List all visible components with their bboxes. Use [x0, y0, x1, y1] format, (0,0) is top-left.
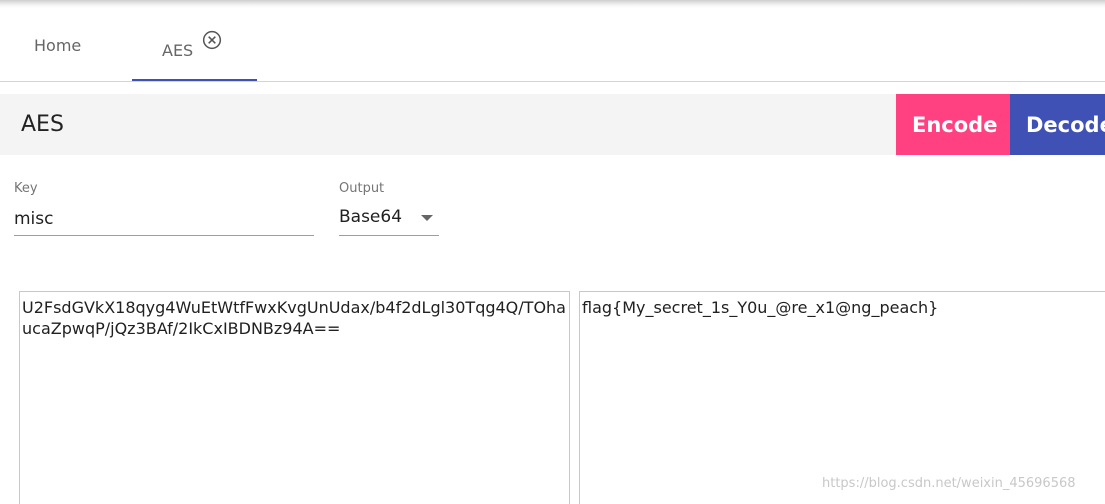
output-select-value: Base64: [339, 207, 403, 227]
input-textarea[interactable]: U2FsdGVkX18qyg4WuEtWtfFwxKvgUnUdax/b4f2d…: [19, 291, 570, 504]
tab-home-label: Home: [34, 36, 82, 55]
key-input[interactable]: [14, 203, 314, 236]
encode-button[interactable]: Encode: [896, 94, 1010, 155]
close-circle-icon[interactable]: [202, 30, 222, 50]
output-textarea[interactable]: flag{My_secret_1s_Y0u_@re_x1@ng_peach}: [579, 291, 1105, 504]
watermark: https://blog.csdn.net/weixin_45696568: [822, 476, 1076, 491]
tool-header: AES Encode Decode: [0, 94, 1105, 155]
tab-bar: Home AES: [0, 8, 1105, 82]
chevron-down-icon: [421, 215, 433, 221]
tab-aes[interactable]: AES: [132, 8, 257, 81]
decode-button[interactable]: Decode: [1010, 94, 1105, 155]
output-label: Output: [339, 181, 385, 196]
page-title: AES: [21, 112, 64, 137]
key-label: Key: [14, 181, 38, 196]
output-select[interactable]: Base64: [339, 203, 439, 236]
window-top-shadow: [0, 0, 1105, 8]
tab-aes-label: AES: [162, 41, 194, 60]
tab-home[interactable]: Home: [34, 8, 94, 81]
